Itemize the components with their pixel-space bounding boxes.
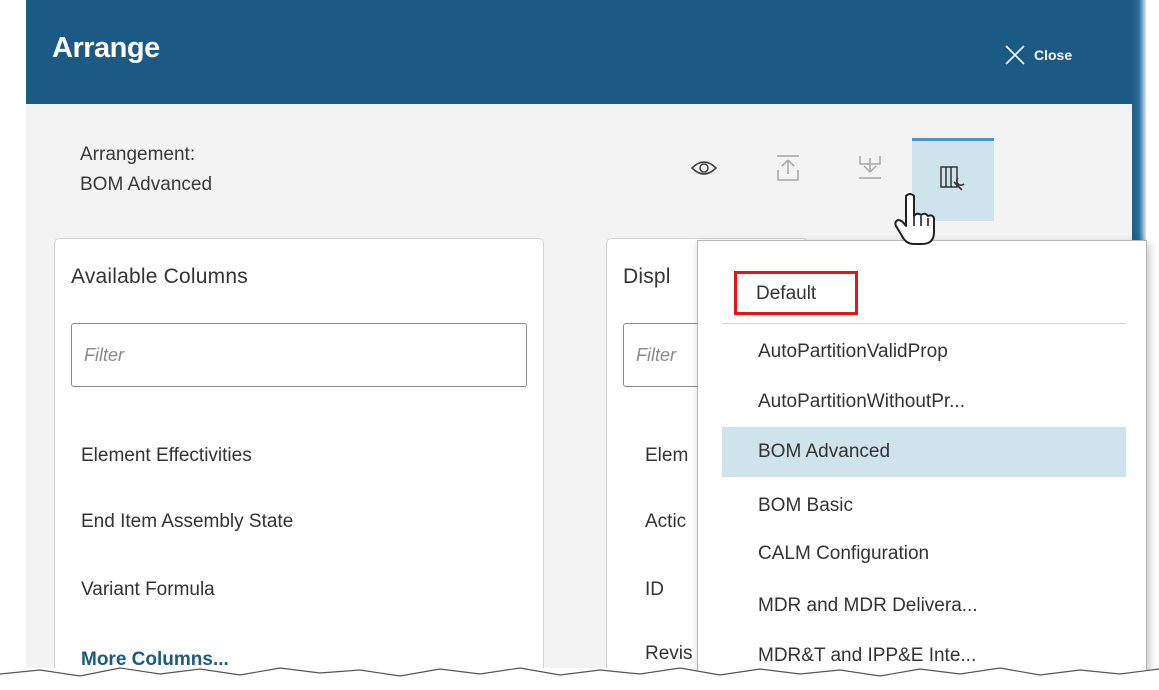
displayed-column-item[interactable]: ID xyxy=(645,579,664,601)
available-column-item[interactable]: Element Effectivities xyxy=(81,445,252,467)
menu-item[interactable]: AutoPartitionWithoutPr... xyxy=(722,377,1126,427)
close-label: Close xyxy=(1034,47,1073,63)
arrangement-label: Arrangement: xyxy=(80,144,196,165)
menu-item[interactable]: CALM Configuration xyxy=(722,529,1126,579)
hand-cursor-icon xyxy=(892,192,942,253)
available-filter-box xyxy=(71,323,527,387)
menu-item[interactable]: AutoPartitionValidProp xyxy=(722,327,1126,377)
save-arrangement-button[interactable] xyxy=(768,150,808,190)
available-column-item[interactable]: End Item Assembly State xyxy=(81,511,293,533)
eye-icon xyxy=(690,158,718,183)
panel-title: Arrange xyxy=(52,32,160,64)
download-icon xyxy=(857,154,883,187)
left-margin xyxy=(0,0,26,690)
available-columns-title: Available Columns xyxy=(71,265,248,288)
arrangement-settings-icon xyxy=(938,164,968,199)
view-button[interactable] xyxy=(684,150,724,190)
displayed-column-item[interactable]: Actic xyxy=(645,511,686,533)
arrangement-dropdown-menu: Default AutoPartitionValidProp AutoParti… xyxy=(697,240,1147,682)
arrangement-value: BOM Advanced xyxy=(80,174,213,195)
menu-item-default[interactable]: Default xyxy=(736,272,816,316)
displayed-column-item[interactable]: Elem xyxy=(645,445,688,467)
menu-divider xyxy=(722,323,1126,324)
torn-edge xyxy=(0,667,1159,690)
close-button[interactable]: Close xyxy=(1004,40,1072,70)
close-icon xyxy=(1004,44,1026,66)
menu-item-selected[interactable]: BOM Advanced xyxy=(722,427,1126,477)
available-columns-card: Available Columns Element Effectivities … xyxy=(54,238,544,668)
menu-item[interactable]: BOM Basic xyxy=(722,481,1126,531)
available-filter-input[interactable] xyxy=(82,344,495,367)
upload-icon xyxy=(775,154,801,187)
load-arrangement-button[interactable] xyxy=(850,150,890,190)
menu-item[interactable]: MDR and MDR Delivera... xyxy=(722,581,1126,631)
displayed-columns-title: Displ xyxy=(623,265,671,288)
available-column-item[interactable]: Variant Formula xyxy=(81,579,215,601)
panel-header: Arrange Close xyxy=(26,0,1140,104)
